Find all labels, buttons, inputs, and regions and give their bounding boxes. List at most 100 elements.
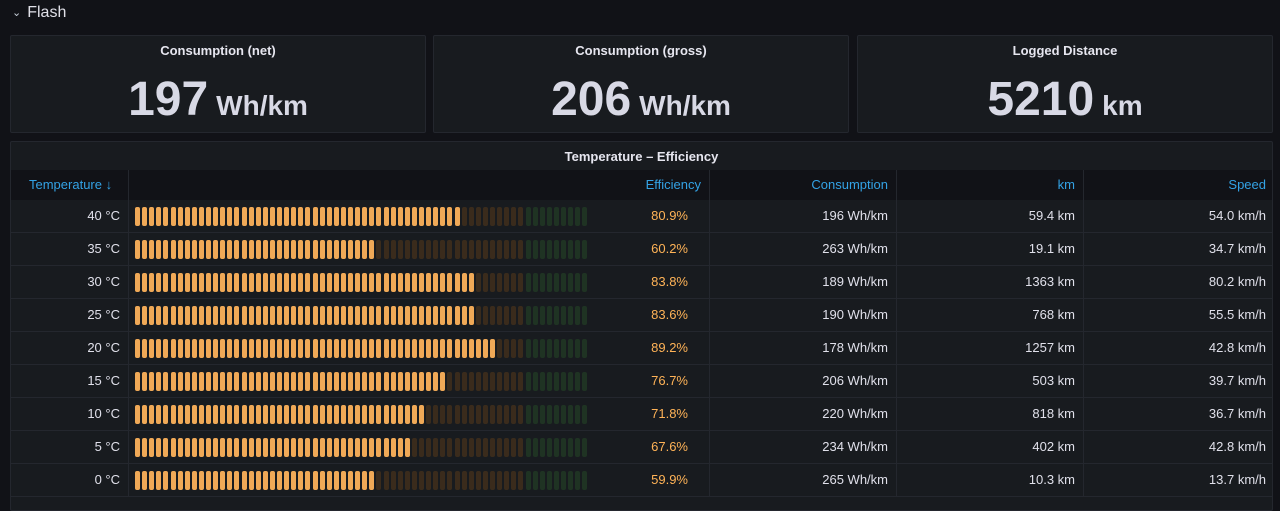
gauge-segment: [582, 438, 588, 457]
gauge-segment: [241, 471, 247, 490]
efficiency-value: 89.2%: [651, 340, 688, 355]
gauge-segment: [333, 405, 339, 424]
gauge-segment: [518, 471, 524, 490]
gauge-segment: [291, 471, 297, 490]
stat-value: 197 Wh/km: [11, 72, 425, 127]
gauge-segment: [362, 405, 368, 424]
gauge-segment: [426, 273, 432, 292]
gauge-segment: [213, 471, 219, 490]
gauge-segment: [497, 339, 503, 358]
cell-temperature: 0 °C: [11, 464, 129, 496]
gauge-segment: [220, 405, 226, 424]
gauge-segment: [454, 207, 460, 226]
stat-panel-consumption-net[interactable]: Consumption (net) 197 Wh/km: [10, 35, 426, 133]
gauge-segment: [546, 471, 552, 490]
column-header-consumption[interactable]: Consumption: [710, 170, 897, 200]
gauge-segment: [497, 306, 503, 325]
gauge-segment: [277, 438, 282, 457]
chevron-down-icon[interactable]: ⌄: [12, 6, 21, 19]
gauge-segment: [191, 306, 197, 325]
gauge-segment: [490, 207, 495, 226]
gauge-segment: [575, 273, 581, 292]
gauge-segment: [525, 438, 531, 457]
efficiency-value: 71.8%: [651, 406, 688, 421]
gauge-segment: [532, 339, 538, 358]
gauge-segment: [241, 372, 247, 391]
gauge-segment: [177, 207, 183, 226]
cell-temperature: 35 °C: [11, 233, 129, 265]
gauge-segment: [284, 405, 290, 424]
gauge-segment: [553, 339, 559, 358]
gauge-segment: [525, 339, 531, 358]
gauge-segment: [227, 405, 233, 424]
gauge-segment: [262, 438, 268, 457]
gauge-segment: [149, 306, 155, 325]
gauge-segment: [376, 339, 382, 358]
gauge-segment: [241, 438, 247, 457]
row-header-flash[interactable]: ⌄ Flash: [12, 2, 66, 24]
gauge-segment: [277, 273, 282, 292]
gauge-segment: [504, 405, 510, 424]
stat-panel-consumption-gross[interactable]: Consumption (gross) 206 Wh/km: [433, 35, 849, 133]
gauge-segment: [149, 240, 155, 259]
gauge-segment: [568, 273, 574, 292]
gauge-segment: [206, 240, 211, 259]
gauge-segment: [482, 339, 488, 358]
gauge-segment: [333, 438, 339, 457]
efficiency-bar-gauge: [135, 339, 588, 358]
gauge-segment: [582, 372, 588, 391]
cell-speed: 42.8 km/h: [1208, 439, 1266, 454]
gauge-segment: [213, 273, 219, 292]
stat-unit: Wh/km: [639, 90, 731, 121]
gauge-segment: [191, 405, 197, 424]
column-header-temperature[interactable]: Temperature ↓: [11, 170, 129, 200]
column-header-km[interactable]: km: [897, 170, 1084, 200]
efficiency-value: 76.7%: [651, 373, 688, 388]
gauge-segment: [355, 306, 361, 325]
gauge-segment: [255, 405, 261, 424]
gauge-segment: [326, 372, 332, 391]
gauge-segment: [319, 405, 325, 424]
gauge-segment: [156, 207, 162, 226]
temperature-efficiency-panel[interactable]: Temperature – Efficiency Temperature ↓ E…: [10, 141, 1273, 511]
gauge-segment: [397, 207, 403, 226]
gauge-segment: [227, 471, 233, 490]
gauge-segment: [135, 405, 140, 424]
gauge-segment: [404, 438, 410, 457]
gauge-segment: [191, 438, 197, 457]
gauge-segment: [475, 438, 481, 457]
stat-panel-logged-distance[interactable]: Logged Distance 5210 km: [857, 35, 1273, 133]
gauge-segment: [497, 240, 503, 259]
gauge-segment: [497, 438, 503, 457]
gauge-segment: [227, 339, 233, 358]
gauge-segment: [248, 273, 254, 292]
gauge-segment: [390, 471, 396, 490]
column-header-speed[interactable]: Speed: [1084, 170, 1272, 200]
gauge-segment: [397, 471, 403, 490]
gauge-segment: [142, 339, 148, 358]
gauge-segment: [490, 306, 495, 325]
gauge-segment: [426, 306, 432, 325]
gauge-segment: [475, 339, 481, 358]
gauge-segment: [198, 339, 204, 358]
gauge-segment: [376, 405, 382, 424]
gauge-segment: [135, 372, 140, 391]
gauge-segment: [156, 240, 162, 259]
column-header-efficiency[interactable]: Efficiency: [129, 170, 710, 200]
gauge-segment: [411, 438, 417, 457]
cell-consumption: 189 Wh/km: [710, 266, 897, 298]
efficiency-bar-gauge: [135, 438, 588, 457]
gauge-segment: [390, 339, 396, 358]
gauge-segment: [305, 438, 311, 457]
gauge-segment: [298, 471, 304, 490]
gauge-segment: [355, 339, 361, 358]
stat-unit: km: [1102, 90, 1143, 121]
gauge-segment: [227, 306, 233, 325]
gauge-segment: [490, 405, 495, 424]
table-row: 30 °C 83.8% 189 Wh/km 1363 km 80.2 km/h: [11, 266, 1272, 299]
gauge-segment: [184, 372, 190, 391]
cell-speed: 80.2 km/h: [1208, 274, 1266, 289]
panel-title: Logged Distance: [1012, 43, 1118, 58]
cell-consumption: 263 Wh/km: [710, 233, 897, 265]
gauge-segment: [298, 273, 304, 292]
